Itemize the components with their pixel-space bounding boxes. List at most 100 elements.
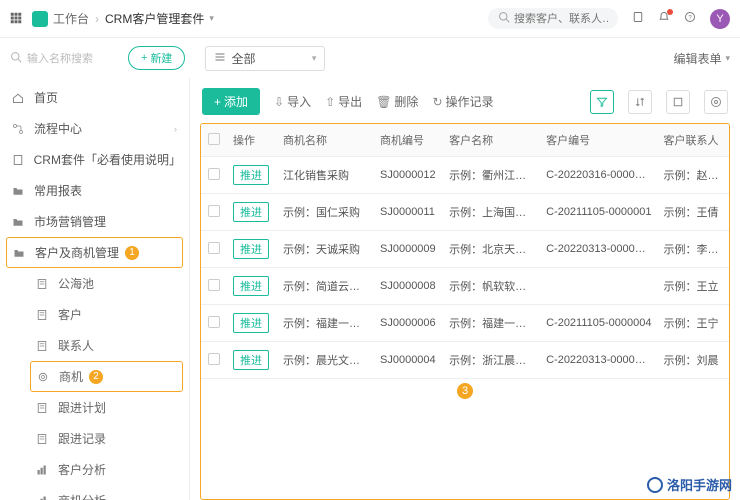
bell-icon[interactable] xyxy=(658,11,670,26)
select-all-checkbox[interactable] xyxy=(208,133,220,145)
push-button[interactable]: 推进 xyxy=(233,165,269,185)
settings-button[interactable] xyxy=(704,90,728,114)
column-header[interactable]: 客户名称 xyxy=(443,124,540,157)
sort-button[interactable] xyxy=(628,90,652,114)
column-header[interactable]: 商机编号 xyxy=(374,124,443,157)
view-selector[interactable]: 全部 ▾ xyxy=(205,46,325,71)
plus-icon: + xyxy=(141,52,147,64)
table-row[interactable]: 推进 示例：晨光文具设备… SJ0000004 示例：浙江晨光文具… C-202… xyxy=(201,342,729,379)
list-icon xyxy=(36,402,50,414)
row-checkbox[interactable] xyxy=(208,242,220,254)
help-icon[interactable]: ? xyxy=(684,11,696,26)
new-button[interactable]: + 新建 xyxy=(128,46,185,70)
sidebar-item[interactable]: 市场营销管理 xyxy=(0,206,189,237)
add-button[interactable]: + 添加 xyxy=(202,88,260,115)
filter-button[interactable] xyxy=(590,90,614,114)
row-checkbox[interactable] xyxy=(208,168,220,180)
watermark: 洛阳手游网 xyxy=(647,475,732,494)
column-header[interactable] xyxy=(201,124,227,157)
sidebar-item-label: 首页 xyxy=(34,89,58,106)
sidebar-item[interactable]: 公海池 xyxy=(0,268,189,299)
column-header[interactable]: 操作 xyxy=(227,124,277,157)
table-row[interactable]: 推进 示例：简道云采购 SJ0000008 示例：帆软软件有限公司 示例：王立 xyxy=(201,268,729,305)
oplog-button[interactable]: ↻ 操作记录 xyxy=(432,93,493,110)
sidebar-item-label: 商机 xyxy=(59,368,83,385)
folder-icon xyxy=(12,216,26,228)
cell-customer: 示例：衢州江化集团 xyxy=(443,157,540,194)
cell-contact: 示例：王宁 xyxy=(658,305,729,342)
table-row[interactable]: 推进 示例：国仁采购 SJ0000011 示例：上海国仁有限… C-202111… xyxy=(201,194,729,231)
sidebar-item-label: 市场营销管理 xyxy=(34,213,106,230)
sidebar-item-label: 客户 xyxy=(58,306,82,323)
notebook-icon[interactable] xyxy=(632,11,644,26)
suite-name[interactable]: CRM客户管理套件 xyxy=(105,10,204,27)
sidebar-item-label: 商机分析 xyxy=(58,492,106,500)
global-search-input[interactable] xyxy=(514,13,608,25)
push-button[interactable]: 推进 xyxy=(233,239,269,259)
sidebar-item[interactable]: 客户及商机管理1 xyxy=(6,237,183,268)
import-button[interactable]: ⇩ 导入 xyxy=(274,93,311,110)
list-icon xyxy=(36,340,50,352)
new-button-label: 新建 xyxy=(150,50,172,66)
doc-icon xyxy=(12,154,26,166)
table-row[interactable]: 推进 示例：福建一高3月订单 SJ0000006 示例：福建一高集团 C-202… xyxy=(201,305,729,342)
delete-button[interactable]: 🗑 删除 xyxy=(376,93,418,110)
cell-name: 示例：晨光文具设备… xyxy=(277,342,374,379)
sidebar-item[interactable]: 商机分析 xyxy=(0,485,189,500)
apps-icon[interactable] xyxy=(10,12,24,26)
sidebar-item-label: 跟进计划 xyxy=(58,399,106,416)
sidebar-item[interactable]: 跟进记录 xyxy=(0,423,189,454)
folder-icon xyxy=(12,185,26,197)
push-button[interactable]: 推进 xyxy=(233,350,269,370)
cell-contact: 示例：王倩 xyxy=(658,194,729,231)
add-button-label: 添加 xyxy=(224,93,248,110)
sidebar-item-label: 客户分析 xyxy=(58,461,106,478)
table-row[interactable]: 推进 示例：天诚采购 SJ0000009 示例：北京天诚软件… C-202203… xyxy=(201,231,729,268)
sidebar-item[interactable]: 首页 xyxy=(0,82,189,113)
column-header[interactable]: 客户联系人 xyxy=(658,124,729,157)
chart-icon xyxy=(36,464,50,476)
export-button[interactable]: ⇧ 导出 xyxy=(325,93,362,110)
edit-form-button[interactable]: 编辑表单 ▾ xyxy=(673,50,730,67)
column-header[interactable]: 客户编号 xyxy=(540,124,657,157)
cell-customer: 示例：福建一高集团 xyxy=(443,305,540,342)
sidebar-item[interactable]: 联系人 xyxy=(0,330,189,361)
cell-customer: 示例：北京天诚软件… xyxy=(443,231,540,268)
push-button[interactable]: 推进 xyxy=(233,202,269,222)
cell-customer: 示例：帆软软件有限公司 xyxy=(443,268,540,305)
share-button[interactable] xyxy=(666,90,690,114)
sidebar-item[interactable]: 流程中心› xyxy=(0,113,189,144)
cell-code: SJ0000011 xyxy=(374,194,443,231)
sidebar-item[interactable]: CRM套件「必看使用说明」 xyxy=(0,144,189,175)
view-label: 全部 xyxy=(231,50,255,67)
sidebar-item[interactable]: 常用报表 xyxy=(0,175,189,206)
avatar[interactable]: Y xyxy=(710,9,730,29)
watermark-text: 洛阳手游网 xyxy=(667,475,732,494)
sidebar-search[interactable]: 输入名称搜索 xyxy=(10,50,120,66)
cell-contact: 示例：赵仁民 xyxy=(658,157,729,194)
column-header[interactable]: 商机名称 xyxy=(277,124,374,157)
row-checkbox[interactable] xyxy=(208,353,220,365)
gear-icon xyxy=(37,371,51,383)
cell-code: SJ0000012 xyxy=(374,157,443,194)
push-button[interactable]: 推进 xyxy=(233,313,269,333)
table-row[interactable]: 推进 江化销售采购 SJ0000012 示例：衢州江化集团 C-20220316… xyxy=(201,157,729,194)
cell-customer: 示例：浙江晨光文具… xyxy=(443,342,540,379)
workspace-label[interactable]: 工作台 xyxy=(53,10,89,27)
sidebar-item[interactable]: 客户分析 xyxy=(0,454,189,485)
delete-label: 删除 xyxy=(394,93,418,110)
cell-contact: 示例：王立 xyxy=(658,268,729,305)
cell-customer-code: C-20220313-0000002 xyxy=(540,231,657,268)
global-search[interactable] xyxy=(488,8,618,29)
sidebar-item[interactable]: 跟进计划 xyxy=(0,392,189,423)
push-button[interactable]: 推进 xyxy=(233,276,269,296)
row-checkbox[interactable] xyxy=(208,205,220,217)
row-checkbox[interactable] xyxy=(208,316,220,328)
watermark-logo-icon xyxy=(647,477,663,493)
cell-customer-code: C-20220313-0000004 xyxy=(540,342,657,379)
sidebar-item[interactable]: 客户 xyxy=(0,299,189,330)
row-checkbox[interactable] xyxy=(208,279,220,291)
cell-customer-code xyxy=(540,268,657,305)
chevron-down-icon[interactable]: ▾ xyxy=(209,13,214,24)
sidebar-item[interactable]: 商机2 xyxy=(30,361,183,392)
